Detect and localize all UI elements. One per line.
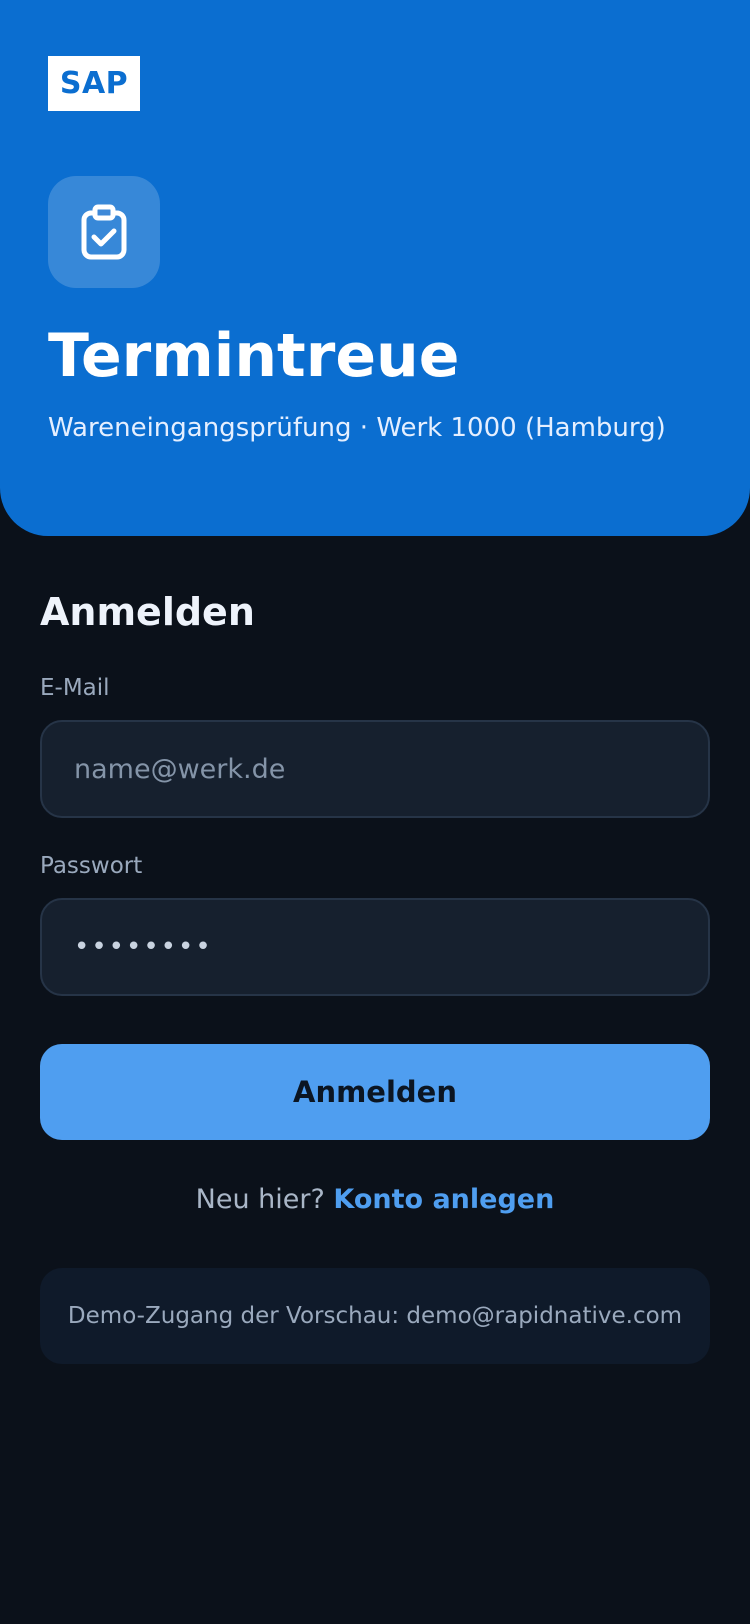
demo-access-note: Demo-Zugang der Vorschau: demo@rapidnati… (40, 1268, 710, 1364)
login-screen: SAP Termintreue Wareneingangsprüfung · W… (0, 0, 750, 1624)
app-icon-tile (48, 176, 160, 288)
password-label: Passwort (40, 853, 143, 879)
sap-logo: SAP (48, 56, 140, 111)
clipboard-check-icon (81, 204, 127, 260)
app-header: SAP Termintreue Wareneingangsprüfung · W… (0, 0, 750, 536)
email-input[interactable] (40, 720, 710, 818)
login-heading: Anmelden (40, 590, 255, 634)
signup-row: Neu hier? Konto anlegen (0, 1180, 750, 1220)
app-subtitle: Wareneingangsprüfung · Werk 1000 (Hambur… (48, 413, 666, 443)
email-label: E-Mail (40, 675, 110, 701)
sap-logo-text: SAP (59, 66, 129, 101)
signup-prompt: Neu hier? (195, 1184, 334, 1215)
password-input[interactable] (40, 898, 710, 996)
login-button[interactable]: Anmelden (40, 1044, 710, 1140)
app-title: Termintreue (48, 321, 460, 391)
demo-access-text: Demo-Zugang der Vorschau: demo@rapidnati… (67, 1303, 683, 1329)
create-account-link[interactable]: Konto anlegen (333, 1184, 554, 1215)
